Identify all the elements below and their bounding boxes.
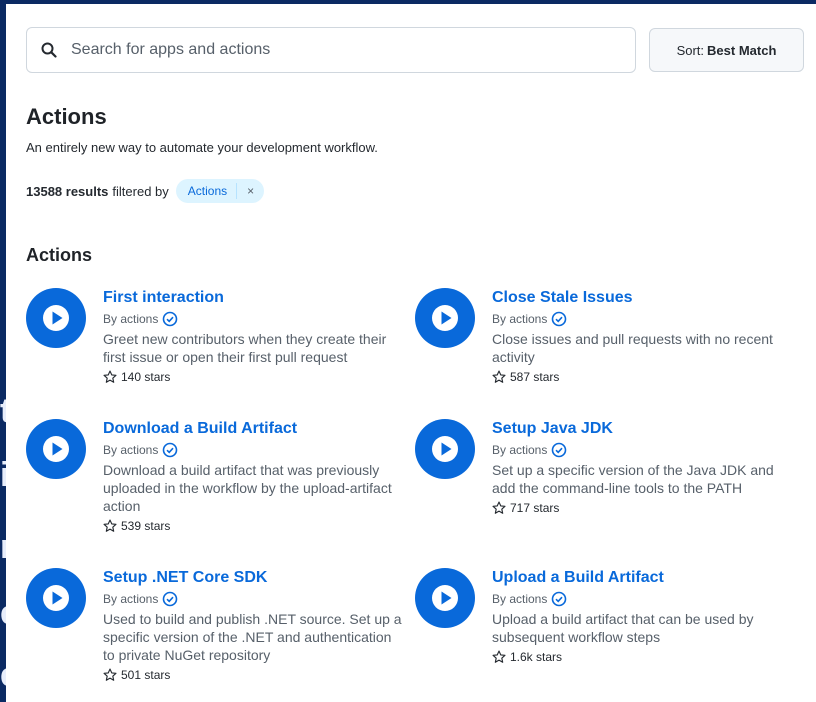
action-stars: 717 stars <box>492 501 792 515</box>
sort-prefix: Sort: <box>676 42 705 58</box>
search-input[interactable] <box>69 40 613 60</box>
page-title: Actions <box>26 104 107 129</box>
author-label: By actions <box>103 312 159 326</box>
search-icon <box>41 42 57 58</box>
verified-check-icon <box>551 442 567 458</box>
stars-count: 717 stars <box>510 501 560 515</box>
action-author: By actions <box>492 591 792 607</box>
play-icon[interactable] <box>415 419 475 479</box>
action-name[interactable]: First interaction <box>103 288 403 308</box>
page-subtitle: An entirely new way to automate your dev… <box>26 140 378 155</box>
top-edge-band <box>0 0 816 4</box>
stars-count: 539 stars <box>121 519 171 533</box>
author-label: By actions <box>492 312 548 326</box>
sort-value: Best Match <box>707 42 777 58</box>
action-description: Close issues and pull requests with no r… <box>492 331 773 365</box>
action-name[interactable]: Setup .NET Core SDK <box>103 568 403 588</box>
author-label: By actions <box>103 592 159 606</box>
sort-button[interactable]: Sort: Best Match <box>649 28 804 72</box>
action-stars: 1.6k stars <box>492 650 792 664</box>
action-stars: 140 stars <box>103 370 403 384</box>
action-stars: 587 stars <box>492 370 792 384</box>
action-author: By actions <box>492 442 792 458</box>
action-description: Set up a specific version of the Java JD… <box>492 462 774 496</box>
results-count: 13588 results <box>26 183 109 199</box>
marketplace-panel: Sort: Best Match Actions An entirely new… <box>6 0 816 702</box>
author-label: By actions <box>492 592 548 606</box>
filter-chip: Actions × <box>175 179 265 203</box>
play-icon[interactable] <box>26 419 86 479</box>
verified-check-icon <box>551 311 567 327</box>
search-bar[interactable] <box>26 27 636 73</box>
author-label: By actions <box>492 443 548 457</box>
action-author: By actions <box>103 442 403 458</box>
stars-count: 140 stars <box>121 370 171 384</box>
verified-check-icon <box>162 311 178 327</box>
action-author: By actions <box>492 311 792 327</box>
verified-check-icon <box>162 591 178 607</box>
stars-count: 1.6k stars <box>510 650 563 664</box>
action-description: Download a build artifact that was previ… <box>103 462 392 514</box>
action-description: Upload a build artifact that can be used… <box>492 611 754 645</box>
star-icon <box>103 519 117 533</box>
star-icon <box>492 650 506 664</box>
close-icon[interactable]: × <box>237 184 264 198</box>
action-stars: 501 stars <box>103 668 403 682</box>
filter-chip-label: Actions <box>187 184 228 198</box>
star-icon <box>103 370 117 384</box>
action-author: By actions <box>103 591 403 607</box>
play-icon[interactable] <box>26 288 86 348</box>
action-description: Greet new contributors when they create … <box>103 331 387 365</box>
play-icon[interactable] <box>26 568 86 628</box>
action-author: By actions <box>103 311 403 327</box>
star-icon <box>103 668 117 682</box>
stars-count: 501 stars <box>121 668 171 682</box>
play-icon[interactable] <box>415 568 475 628</box>
verified-check-icon <box>162 442 178 458</box>
action-name[interactable]: Download a Build Artifact <box>103 419 403 439</box>
action-name[interactable]: Setup Java JDK <box>492 419 792 439</box>
section-title: Actions <box>26 245 93 265</box>
play-icon[interactable] <box>415 288 475 348</box>
star-icon <box>492 370 506 384</box>
action-stars: 539 stars <box>103 519 403 533</box>
action-name[interactable]: Close Stale Issues <box>492 288 792 308</box>
action-name[interactable]: Upload a Build Artifact <box>492 568 792 588</box>
stars-count: 587 stars <box>510 370 560 384</box>
action-description: Used to build and publish .NET source. S… <box>103 611 402 663</box>
verified-check-icon <box>551 591 567 607</box>
author-label: By actions <box>103 443 159 457</box>
star-icon <box>492 501 506 515</box>
filtered-by-text: filtered by <box>112 183 169 199</box>
results-summary: 13588 results filtered by Actions × <box>26 178 265 204</box>
